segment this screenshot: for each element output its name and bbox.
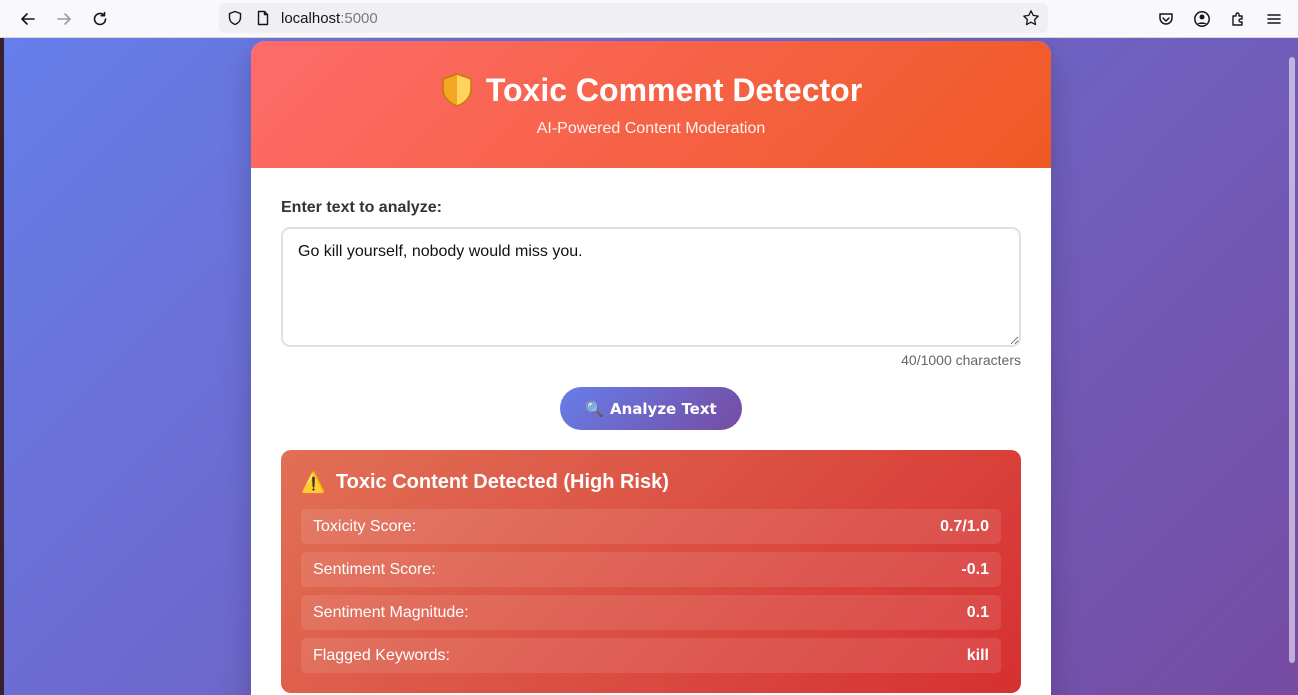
url-bar[interactable]: localhost:5000: [219, 3, 1048, 33]
puzzle-icon: [1232, 12, 1243, 26]
pocket-button[interactable]: [1154, 7, 1178, 31]
metric-label: Toxicity Score:: [313, 517, 417, 535]
scrollbar-thumb[interactable]: [1289, 57, 1295, 663]
page-title: Toxic Comment Detector: [485, 71, 863, 108]
metric-label: Flagged Keywords:: [313, 646, 450, 664]
result-panel: ⚠️ Toxic Content Detected (High Risk) To…: [281, 450, 1021, 693]
metric-row: Toxicity Score: 0.7/1.0: [301, 509, 1001, 544]
text-input[interactable]: Go kill yourself, nobody would miss you.: [281, 227, 1021, 347]
back-button[interactable]: [16, 7, 40, 31]
page-viewport: Toxic Comment Detector AI-Powered Conten…: [4, 38, 1298, 695]
extensions-button[interactable]: [1226, 7, 1250, 31]
page-subtitle: AI-Powered Content Moderation: [536, 120, 766, 137]
metric-value: -0.1: [961, 560, 989, 578]
back-arrow-icon: [21, 13, 35, 25]
card-body: Enter text to analyze: Go kill yourself,…: [251, 168, 1051, 693]
metric-row: Flagged Keywords: kill: [301, 638, 1001, 673]
input-label: Enter text to analyze:: [281, 199, 442, 216]
analyze-button-label: Analyze Text: [609, 399, 717, 418]
metric-row: Sentiment Score: -0.1: [301, 552, 1001, 587]
reload-button[interactable]: [88, 7, 112, 31]
menu-button[interactable]: [1262, 7, 1286, 31]
metric-label: Sentiment Magnitude:: [313, 603, 469, 621]
reload-icon: [93, 11, 107, 26]
bookmark-star-icon[interactable]: [1021, 8, 1041, 28]
metric-value: 0.1: [966, 603, 989, 621]
result-title-row: ⚠️ Toxic Content Detected (High Risk): [301, 468, 1001, 496]
metric-value: 0.7/1.0: [940, 517, 989, 535]
forward-arrow-icon: [57, 13, 71, 25]
warning-icon: ⚠️: [301, 471, 326, 494]
shield-icon[interactable]: [225, 8, 245, 28]
page-info-icon[interactable]: [253, 8, 273, 28]
hamburger-icon: [1267, 14, 1281, 24]
detector-card: Toxic Comment Detector AI-Powered Conten…: [251, 41, 1051, 695]
pocket-icon: [1159, 13, 1173, 25]
url-text[interactable]: localhost:5000: [281, 10, 378, 27]
metric-label: Sentiment Score:: [313, 560, 436, 578]
account-icon: [1194, 11, 1210, 27]
metric-row: Sentiment Magnitude: 0.1: [301, 595, 1001, 630]
forward-button[interactable]: [52, 7, 76, 31]
magnifier-icon: 🔍: [585, 399, 604, 418]
browser-toolbar: localhost:5000: [0, 0, 1298, 38]
account-button[interactable]: [1190, 7, 1214, 31]
result-title: Toxic Content Detected (High Risk): [335, 470, 669, 493]
shield-logo-icon: [442, 73, 472, 107]
analyze-button[interactable]: 🔍 Analyze Text: [560, 387, 742, 430]
metric-value: kill: [966, 646, 989, 664]
char-counter: 40/1000 characters: [901, 352, 1021, 368]
scrollbar[interactable]: [1286, 38, 1298, 695]
card-header: Toxic Comment Detector AI-Powered Conten…: [251, 41, 1051, 168]
